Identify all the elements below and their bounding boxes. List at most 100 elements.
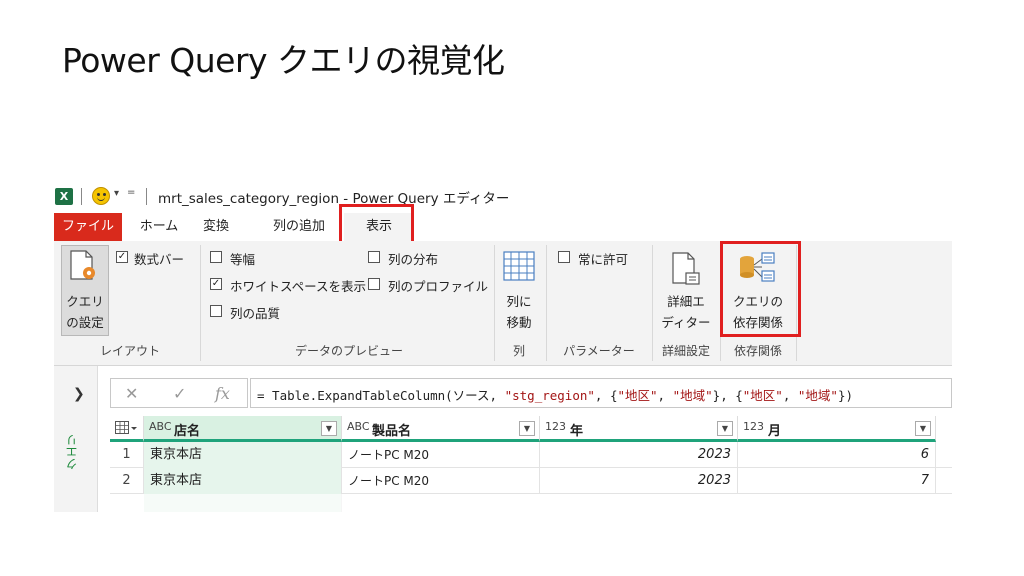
divider xyxy=(546,245,547,361)
data-grid: ABC 店名 ▼ ABC 製品名 ▼ 123 年 ▼ 123 月 ▼ 1 東京本… xyxy=(110,416,952,512)
query-settings-label: クエリ の設定 xyxy=(62,291,108,333)
column-header[interactable]: 123 月 ▼ xyxy=(738,416,936,442)
queries-pane-label: クエリ xyxy=(65,434,79,470)
table-row[interactable]: 1 東京本店 ノートPC M20 2023 6 xyxy=(110,442,952,468)
queries-pane-collapsed[interactable]: ❯ クエリ xyxy=(54,366,98,512)
formula-bar: ✕ ✓ fx = Table.ExpandTableColumn(ソース, "s… xyxy=(110,378,952,408)
chevron-down-icon[interactable]: ▾ xyxy=(114,188,119,199)
formula-string: "地区" xyxy=(617,388,658,403)
filter-dropdown-icon[interactable]: ▼ xyxy=(321,421,337,436)
filter-dropdown-icon[interactable]: ▼ xyxy=(915,421,931,436)
cell-year[interactable]: 2023 xyxy=(540,468,738,494)
column-name: 年 xyxy=(570,424,584,439)
ribbon-tabs: ファイル ホーム 変換 列の追加 表示 xyxy=(54,213,952,241)
formula-string: "地域" xyxy=(672,388,713,403)
formula-text: = Table.ExpandTableColumn(ソース, "stg_regi… xyxy=(257,385,853,404)
type-text-icon: ABC xyxy=(149,420,172,433)
formula-part: , { xyxy=(594,388,618,403)
ribbon-panel: クエリ の設定 ✓ 数式バー レイアウト 等幅 ✓ ホワイトスペースを表示 列の… xyxy=(54,241,952,366)
divider xyxy=(146,188,147,205)
filter-dropdown-icon[interactable]: ▼ xyxy=(519,421,535,436)
query-settings-icon xyxy=(70,250,95,280)
fx-icon[interactable]: fx xyxy=(215,384,230,403)
type-text-icon: ABC xyxy=(347,420,370,433)
tab-transform[interactable]: 変換 xyxy=(196,213,236,241)
label-line: 列に xyxy=(506,294,532,309)
go-to-column-label: 列に 移動 xyxy=(496,291,542,333)
highlight-query-dependencies xyxy=(720,241,801,337)
column-name: 製品名 xyxy=(372,424,412,439)
column-header[interactable]: ABC 製品名 ▼ xyxy=(342,416,540,442)
group-label-data-preview: データのプレビュー xyxy=(294,344,403,358)
show-whitespace-checkbox[interactable]: ✓ xyxy=(210,278,222,290)
tab-add-column[interactable]: 列の追加 xyxy=(264,213,334,241)
slide-title: Power Query クエリの視覚化 xyxy=(62,41,505,80)
cell-store[interactable] xyxy=(144,494,342,512)
column-profile-checkbox[interactable] xyxy=(368,278,380,290)
column-header[interactable]: ABC 店名 ▼ xyxy=(144,416,342,442)
column-distribution-label: 列の分布 xyxy=(388,252,439,267)
tab-home[interactable]: ホーム xyxy=(132,213,186,241)
row-number: 2 xyxy=(110,468,144,494)
label-line: 移動 xyxy=(506,315,532,330)
always-allow-checkbox[interactable] xyxy=(558,251,570,263)
column-profile-label: 列のプロファイル xyxy=(388,279,489,294)
customize-qat-icon[interactable]: = xyxy=(127,187,135,198)
cell-product[interactable]: ノートPC M20 xyxy=(342,468,540,494)
power-query-screenshot: X ▾ = mrt_sales_category_region - Power … xyxy=(54,184,952,512)
column-name: 月 xyxy=(768,424,782,439)
commit-check-icon[interactable]: ✓ xyxy=(173,384,186,403)
cell-year[interactable]: 2023 xyxy=(540,442,738,468)
show-whitespace-label: ホワイトスペースを表示 xyxy=(230,279,367,294)
formula-part: }) xyxy=(837,388,854,403)
cell-product[interactable]: ノートPC M20 xyxy=(342,442,540,468)
column-distribution-checkbox[interactable] xyxy=(368,251,380,263)
label-line: ディター xyxy=(661,315,711,330)
window-title: mrt_sales_category_region - Power Query … xyxy=(158,191,510,207)
formula-input[interactable]: = Table.ExpandTableColumn(ソース, "stg_regi… xyxy=(250,378,952,408)
group-label-parameters: パラメーター xyxy=(563,344,635,358)
label-line: の設定 xyxy=(66,315,104,330)
title-bar: X ▾ = mrt_sales_category_region - Power … xyxy=(54,184,952,210)
go-to-column-icon[interactable] xyxy=(503,251,535,281)
group-label-dependencies: 依存関係 xyxy=(733,344,782,358)
cell-store[interactable]: 東京本店 xyxy=(144,442,342,468)
type-number-icon: 123 xyxy=(743,420,764,433)
divider xyxy=(81,188,82,205)
column-quality-checkbox[interactable] xyxy=(210,305,222,317)
table-row[interactable]: 2 東京本店 ノートPC M20 2023 7 xyxy=(110,468,952,494)
filter-dropdown-icon[interactable]: ▼ xyxy=(717,421,733,436)
advanced-editor-icon[interactable] xyxy=(670,251,702,287)
divider xyxy=(200,245,201,361)
formula-string: "stg_region" xyxy=(504,388,595,403)
group-label-advanced: 詳細設定 xyxy=(661,344,710,358)
column-header[interactable]: 123 年 ▼ xyxy=(540,416,738,442)
row-number: 1 xyxy=(110,442,144,468)
formula-part: , xyxy=(782,388,798,403)
monospace-label: 等幅 xyxy=(230,252,256,267)
formula-string: "地域" xyxy=(797,388,838,403)
formula-part: = Table.ExpandTableColumn(ソース, xyxy=(257,388,505,403)
always-allow-label: 常に許可 xyxy=(578,252,629,267)
tab-file[interactable]: ファイル xyxy=(54,213,122,241)
monospace-checkbox[interactable] xyxy=(210,251,222,263)
label-line: 詳細エ xyxy=(667,294,705,309)
cell-month[interactable]: 6 xyxy=(738,442,936,468)
formula-part: }, { xyxy=(712,388,743,403)
advanced-editor-label: 詳細エ ディター xyxy=(660,291,712,333)
excel-icon: X xyxy=(55,188,73,205)
formula-bar-checkbox[interactable]: ✓ xyxy=(116,251,128,263)
chevron-right-icon[interactable]: ❯ xyxy=(73,386,85,402)
type-number-icon: 123 xyxy=(545,420,566,433)
cell-month[interactable]: 7 xyxy=(738,468,936,494)
label-line: クエリ xyxy=(66,294,104,309)
table-row-partial[interactable] xyxy=(110,494,952,512)
cancel-icon[interactable]: ✕ xyxy=(125,384,138,403)
divider xyxy=(652,245,653,361)
table-menu-button[interactable] xyxy=(110,416,144,442)
group-label-columns: 列 xyxy=(512,344,525,358)
cell-store[interactable]: 東京本店 xyxy=(144,468,342,494)
smiley-feedback-icon[interactable] xyxy=(92,187,110,205)
formula-bar-label: 数式バー xyxy=(134,252,185,267)
group-label-layout: レイアウト xyxy=(99,344,160,358)
